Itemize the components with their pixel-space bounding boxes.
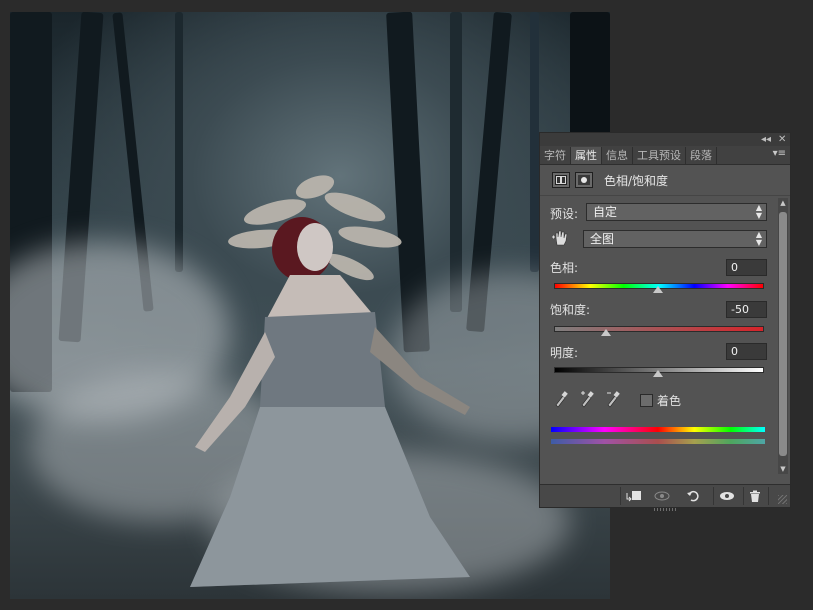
divider (743, 487, 744, 505)
panel-header: 色相/饱和度 (540, 165, 790, 196)
scroll-down-icon[interactable]: ▼ (778, 465, 788, 473)
kneeling-woman-figure (190, 175, 470, 587)
visibility-eye-icon[interactable] (717, 488, 737, 504)
panel-menu-icon[interactable]: ▾≡ (773, 148, 786, 159)
panel-scrollbar[interactable]: ▲ ▼ (778, 198, 788, 474)
panel-bottom-bar (540, 484, 790, 507)
reference-color-bar (551, 427, 765, 432)
panel-resize-grip[interactable] (654, 508, 676, 511)
channel-dropdown[interactable]: 全图 ▲ ▼ (583, 230, 767, 248)
adjusted-color-bar (551, 439, 765, 444)
divider (620, 487, 621, 505)
double-chevron-icon[interactable]: ◂◂ (761, 133, 771, 146)
colorize-checkbox[interactable] (640, 394, 653, 407)
close-icon[interactable]: ✕ (778, 133, 786, 146)
saturation-label: 饱和度: (550, 303, 591, 317)
scroll-thumb[interactable] (779, 212, 787, 456)
lightness-label: 明度: (550, 346, 579, 360)
view-previous-state-icon[interactable] (652, 488, 672, 504)
hue-label: 色相: (550, 261, 579, 275)
hue-input[interactable]: 0 (726, 259, 767, 276)
clip-to-layer-icon[interactable] (624, 488, 644, 504)
trash-icon[interactable] (745, 488, 765, 504)
document-canvas[interactable] (10, 12, 610, 599)
divider (768, 487, 769, 505)
saturation-slider-thumb[interactable] (601, 329, 611, 336)
adjustment-layer-icon[interactable] (552, 172, 570, 188)
channel-value: 全图 (590, 232, 615, 246)
tree-trunk (530, 12, 539, 272)
panel-tabs: 字符 属性 信息 工具预设 段落 ▾≡ (540, 146, 790, 165)
tab-properties[interactable]: 属性 (571, 147, 602, 164)
saturation-input[interactable]: -50 (726, 301, 767, 318)
dropdown-arrows-icon: ▲ ▼ (755, 203, 762, 220)
tab-info[interactable]: 信息 (602, 147, 633, 164)
panel-title: 色相/饱和度 (604, 173, 669, 188)
colorize-label: 着色 (657, 394, 682, 408)
dropdown-arrows-icon: ▲ ▼ (755, 230, 762, 247)
panel-body: ▲ ▼ 预设: 自定 ▲ ▼ 全图 ▲ ▼ 色相: 0 饱和度: -50 明度:… (540, 196, 790, 474)
saturation-slider-track[interactable] (554, 326, 764, 332)
properties-panel: ◂◂ ✕ 字符 属性 信息 工具预设 段落 ▾≡ 色相/饱和度 ▲ ▼ 预设: … (539, 132, 791, 511)
panel-top-bar: ◂◂ ✕ (540, 133, 790, 146)
resize-grip-icon[interactable] (778, 495, 787, 504)
reset-icon[interactable] (683, 488, 703, 504)
preset-value: 自定 (593, 205, 618, 219)
tab-tool-presets[interactable]: 工具预设 (633, 147, 686, 164)
eyedropper-group (553, 390, 633, 408)
mask-icon[interactable] (575, 172, 593, 188)
eyedropper-icon[interactable] (553, 390, 569, 408)
targeted-adjust-hand-icon[interactable] (552, 229, 570, 250)
eyedropper-plus-icon[interactable] (579, 390, 595, 408)
eyedropper-minus-icon[interactable] (605, 390, 621, 408)
hue-slider-thumb[interactable] (653, 286, 663, 293)
tab-character[interactable]: 字符 (540, 147, 571, 164)
preset-dropdown[interactable]: 自定 ▲ ▼ (586, 203, 767, 221)
tab-paragraph[interactable]: 段落 (686, 147, 717, 164)
preset-label: 预设: (550, 207, 579, 221)
scroll-up-icon[interactable]: ▲ (778, 199, 788, 207)
divider (713, 487, 714, 505)
lightness-slider-thumb[interactable] (653, 370, 663, 377)
lightness-input[interactable]: 0 (726, 343, 767, 360)
